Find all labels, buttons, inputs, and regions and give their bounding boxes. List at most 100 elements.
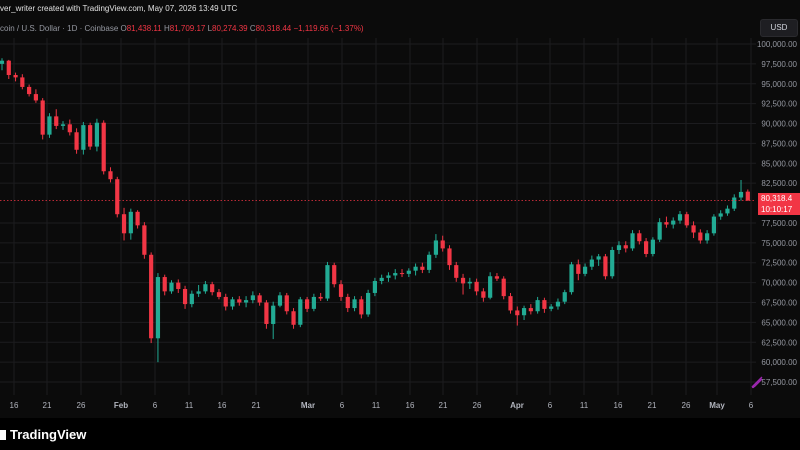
candle xyxy=(74,128,79,154)
candle xyxy=(54,109,59,130)
price-tick-label: 82,500.00 xyxy=(761,179,797,188)
candle-body xyxy=(671,220,676,225)
candle-body xyxy=(399,273,405,275)
candle xyxy=(135,210,140,229)
candle-body xyxy=(176,282,181,289)
candle-body xyxy=(386,275,391,278)
price-tick-label: 95,000.00 xyxy=(761,80,797,89)
candle-body xyxy=(372,281,377,293)
candle xyxy=(101,120,106,175)
candle-body xyxy=(298,299,303,325)
candle xyxy=(291,308,296,329)
candle xyxy=(447,245,452,270)
tradingview-logo[interactable]: TradingView xyxy=(0,427,86,442)
candle-body xyxy=(94,122,100,147)
candle-body xyxy=(128,211,133,234)
candle xyxy=(196,285,201,297)
candle xyxy=(176,279,181,293)
candlestick-chart[interactable]: 100,000.00 97,500.00 95,000.00 92,500.00 90,… xyxy=(0,0,800,418)
candle-body xyxy=(623,245,628,249)
candle-body xyxy=(664,222,669,225)
candle xyxy=(677,211,683,224)
footer-bar: TradingView xyxy=(0,418,800,450)
candle xyxy=(67,119,72,136)
price-tick-label: 62,500.00 xyxy=(761,338,797,347)
time-tick-label: 11 xyxy=(580,401,589,410)
candle-body xyxy=(467,281,472,284)
candle-body xyxy=(650,239,655,254)
candle-body xyxy=(379,277,384,282)
candle xyxy=(393,269,398,280)
candle xyxy=(318,292,323,301)
candle-body xyxy=(542,300,547,309)
candle-body xyxy=(725,208,730,214)
candle-body xyxy=(745,191,750,201)
candle xyxy=(264,300,269,329)
candle-body xyxy=(325,265,330,299)
time-tick-label: 21 xyxy=(648,401,657,410)
candle xyxy=(610,246,615,279)
candle-body xyxy=(182,288,188,305)
candle xyxy=(284,292,289,315)
candle-body xyxy=(698,232,703,241)
time-tick-label: 21 xyxy=(43,401,52,410)
candle-body xyxy=(732,197,737,209)
candle xyxy=(460,273,466,295)
candle-body xyxy=(210,284,215,293)
candle xyxy=(698,229,703,244)
candle-body xyxy=(501,278,506,297)
candle-body xyxy=(630,233,635,249)
candle xyxy=(60,121,66,130)
candle xyxy=(427,251,432,274)
candle xyxy=(440,235,445,252)
candle xyxy=(345,293,350,313)
candle xyxy=(725,205,730,216)
candle-body xyxy=(54,116,59,126)
candle-body xyxy=(413,266,418,271)
candle-body xyxy=(508,296,513,311)
candle-body xyxy=(528,308,533,312)
candle-body xyxy=(142,225,147,255)
candle-body xyxy=(149,254,154,339)
candle xyxy=(718,210,723,220)
time-tick-label: 16 xyxy=(10,401,19,410)
time-tick-label: Apr xyxy=(510,401,524,410)
candle xyxy=(399,269,405,278)
candle xyxy=(40,98,45,140)
candle-body xyxy=(338,284,344,297)
candle-body xyxy=(718,213,723,217)
time-tick-label: 26 xyxy=(682,401,691,410)
candle-body xyxy=(684,214,689,226)
time-tick-label: 6 xyxy=(749,401,754,410)
candle-body xyxy=(460,277,466,284)
price-tick-label: 60,000.00 xyxy=(761,358,797,367)
candle xyxy=(47,113,52,138)
candle xyxy=(644,238,649,258)
candle-body xyxy=(569,264,574,293)
candle-body xyxy=(0,60,5,64)
candle-body xyxy=(589,259,594,267)
candle-body xyxy=(440,240,445,249)
price-tick-label: 85,000.00 xyxy=(761,159,797,168)
price-tick-label: 57,500.00 xyxy=(761,378,797,387)
candle xyxy=(705,230,710,244)
candle-body xyxy=(711,216,716,234)
candle xyxy=(88,122,93,150)
candle-body xyxy=(610,250,615,277)
tradingview-icon xyxy=(0,430,6,440)
candle-body xyxy=(277,295,283,306)
candle-body xyxy=(616,245,622,250)
price-tick-label: 77,500.00 xyxy=(761,219,797,228)
candle xyxy=(386,272,391,282)
time-tick-label: 21 xyxy=(252,401,261,410)
candle-body xyxy=(189,293,194,305)
candle xyxy=(94,118,100,152)
time-tick-label: 6 xyxy=(340,401,345,410)
candle-body xyxy=(366,292,371,315)
candle xyxy=(33,89,38,103)
candle xyxy=(162,274,167,296)
candle xyxy=(216,288,222,300)
candle-body xyxy=(447,248,452,266)
candle-body xyxy=(474,281,479,292)
candle xyxy=(108,167,113,183)
